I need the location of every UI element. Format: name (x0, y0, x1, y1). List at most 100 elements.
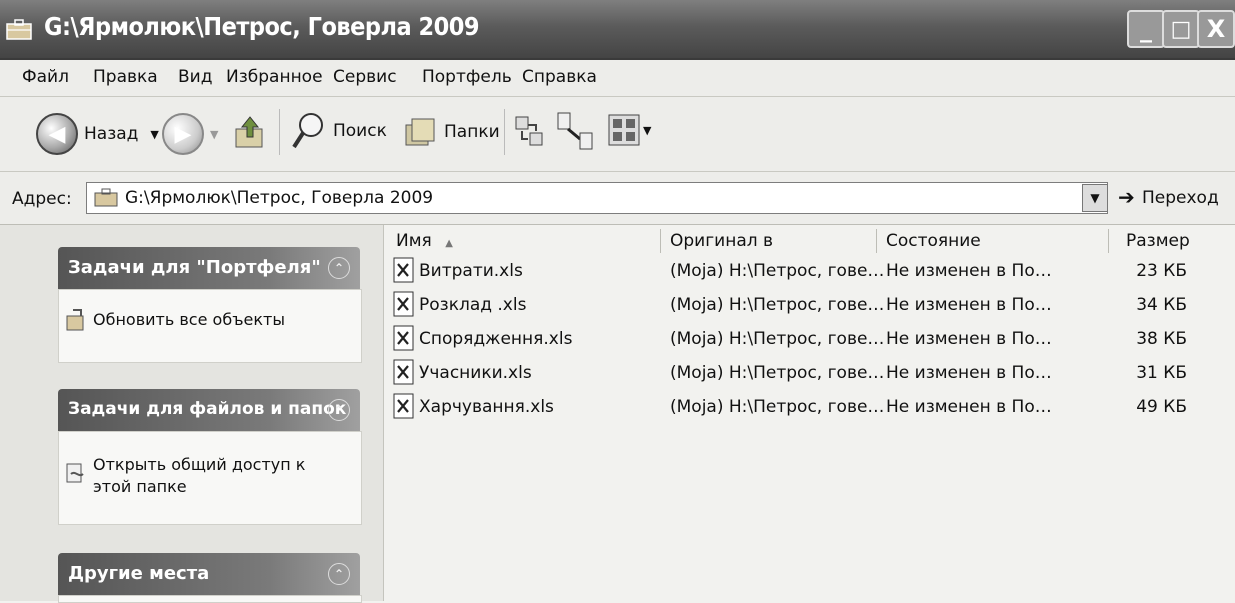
toolbar-separator (504, 109, 505, 155)
back-label: Назад (84, 124, 139, 144)
panel-header-briefcase-tasks[interactable]: Задачи для "Портфеля" ⌃ (58, 247, 360, 289)
excel-file-icon (393, 393, 414, 419)
collapse-chevron-icon[interactable]: ⌃ (328, 257, 350, 279)
file-status: Не изменен в По… (886, 329, 1052, 349)
column-header-original[interactable]: Оригинал в (670, 231, 773, 251)
file-name: Учасники.xls (419, 363, 532, 383)
menu-tools[interactable]: Сервис (333, 67, 397, 87)
menu-edit[interactable]: Правка (93, 67, 158, 87)
back-arrow-icon: ◀ (36, 113, 78, 155)
views-dropdown-icon: ▼ (643, 123, 652, 137)
excel-file-icon (393, 359, 414, 385)
share-folder-link[interactable]: Открыть общий доступ к этой папке (93, 454, 343, 498)
file-original: (Moja) H:\Петрос, гове… (670, 295, 885, 315)
folders-button[interactable]: Папки (402, 113, 500, 151)
column-divider[interactable] (660, 229, 661, 253)
file-status: Не изменен в По… (886, 397, 1052, 417)
excel-file-icon (393, 291, 414, 317)
panel-body-other-places (58, 595, 362, 603)
file-status: Не изменен в По… (886, 295, 1052, 315)
table-row[interactable]: Харчування.xls (Moja) H:\Петрос, гове… Не … (384, 391, 1235, 423)
folder-up-icon (235, 116, 263, 148)
update-all-link[interactable]: Обновить все объекты (93, 310, 285, 329)
file-name: Розклад .xls (419, 295, 527, 315)
search-button[interactable]: Поиск (291, 111, 387, 151)
file-list: Имя ▲ Оригинал в Состояние Размер Витрат… (384, 225, 1235, 601)
panel-body-briefcase-tasks: Обновить все объекты (58, 289, 362, 363)
address-value: G:\Ярмолюк\Петрос, Говерла 2009 (125, 188, 434, 208)
column-divider[interactable] (876, 229, 877, 253)
collapse-chevron-icon[interactable]: ⌃ (328, 563, 350, 585)
panel-title: Задачи для файлов и папок (68, 399, 347, 419)
table-row[interactable]: Розклад .xls (Moja) H:\Петрос, гове… Не из… (384, 289, 1235, 321)
forward-arrow-icon: ▶ (162, 113, 204, 155)
column-header-name[interactable]: Имя ▲ (396, 231, 453, 251)
forward-button[interactable]: ▶ ▼ (162, 113, 218, 155)
panel-header-file-tasks[interactable]: Задачи для файлов и папок ⌃ (58, 389, 360, 431)
menu-briefcase[interactable]: Портфель (422, 67, 512, 87)
move-to-button[interactable] (514, 115, 544, 149)
table-row[interactable]: Учасники.xls (Moja) H:\Петрос, гове… Не из… (384, 357, 1235, 389)
go-button[interactable]: Переход (1142, 188, 1219, 208)
file-size: 49 КБ (1136, 397, 1187, 417)
file-original: (Moja) H:\Петрос, гове… (670, 329, 885, 349)
menu-bar: Файл Правка Вид Избранное Сервис Портфел… (0, 60, 1235, 97)
file-original: (Moja) H:\Петрос, гове… (670, 397, 885, 417)
file-name: Харчування.xls (419, 397, 554, 417)
column-header-status[interactable]: Состояние (886, 231, 981, 251)
table-row[interactable]: Витрати.xls (Moja) H:\Петрос, гове… Не изм… (384, 255, 1235, 287)
menu-favorites[interactable]: Избранное (226, 67, 323, 87)
menu-help[interactable]: Справка (522, 67, 597, 87)
address-label: Адрес: (12, 189, 72, 209)
briefcase-icon (94, 188, 118, 207)
column-header-size[interactable]: Размер (1126, 231, 1190, 251)
column-label: Имя (396, 231, 432, 251)
address-input[interactable]: G:\Ярмолюк\Петрос, Говерла 2009 (86, 182, 1108, 214)
go-arrow-icon[interactable]: ➔ (1118, 185, 1135, 209)
update-all-icon (66, 309, 84, 331)
task-pane: Задачи для "Портфеля" ⌃ Обновить все объ… (0, 225, 384, 603)
views-button[interactable]: ▼ (607, 113, 651, 147)
excel-file-icon (393, 325, 414, 351)
chevron-down-icon: ▼ (1090, 191, 1100, 205)
share-folder-icon (66, 463, 84, 483)
panel-body-file-tasks: Открыть общий доступ к этой папке (58, 431, 362, 525)
menu-file[interactable]: Файл (22, 67, 69, 87)
collapse-chevron-icon[interactable]: ⌃ (328, 399, 350, 421)
file-name: Спорядження.xls (419, 329, 573, 349)
file-status: Не изменен в По… (886, 363, 1052, 383)
panel-title: Задачи для "Портфеля" (68, 257, 321, 278)
back-button[interactable]: ◀ Назад ▼ (36, 113, 159, 155)
address-dropdown-button[interactable]: ▼ (1082, 184, 1108, 212)
briefcase-icon (6, 19, 32, 40)
up-button[interactable] (232, 113, 268, 151)
file-size: 38 КБ (1136, 329, 1187, 349)
move-to-icon (515, 116, 543, 146)
sort-ascending-icon: ▲ (445, 238, 453, 249)
window-title: G:\Ярмолюк\Петрос, Говерла 2009 (44, 12, 480, 41)
file-size: 34 КБ (1136, 295, 1187, 315)
file-name: Витрати.xls (419, 261, 523, 281)
forward-dropdown-icon: ▼ (210, 127, 219, 141)
copy-to-icon (557, 112, 593, 150)
panel-header-other-places[interactable]: Другие места ⌃ (58, 553, 360, 595)
toolbar-separator (279, 109, 280, 155)
back-dropdown-icon: ▼ (150, 127, 159, 141)
search-label: Поиск (333, 121, 387, 141)
copy-to-button[interactable] (556, 111, 596, 151)
folders-icon (405, 118, 435, 146)
toolbar: ◀ Назад ▼ ▶ ▼ Поиск Папки ▼ (0, 97, 1235, 172)
file-size: 23 КБ (1136, 261, 1187, 281)
minimize-button[interactable]: _ (1127, 10, 1165, 48)
column-divider[interactable] (1108, 229, 1109, 253)
file-size: 31 КБ (1136, 363, 1187, 383)
table-row[interactable]: Спорядження.xls (Moja) H:\Петрос, гове… Не… (384, 323, 1235, 355)
background-ghost-text (620, 100, 626, 122)
menu-view[interactable]: Вид (178, 67, 212, 87)
file-original: (Moja) H:\Петрос, гове… (670, 261, 885, 281)
close-button[interactable]: X (1197, 10, 1235, 48)
title-bar: G:\Ярмолюк\Петрос, Говерла 2009 _ □ X (0, 0, 1235, 60)
excel-file-icon (393, 257, 414, 283)
folders-label: Папки (444, 122, 500, 142)
maximize-button[interactable]: □ (1162, 10, 1200, 48)
